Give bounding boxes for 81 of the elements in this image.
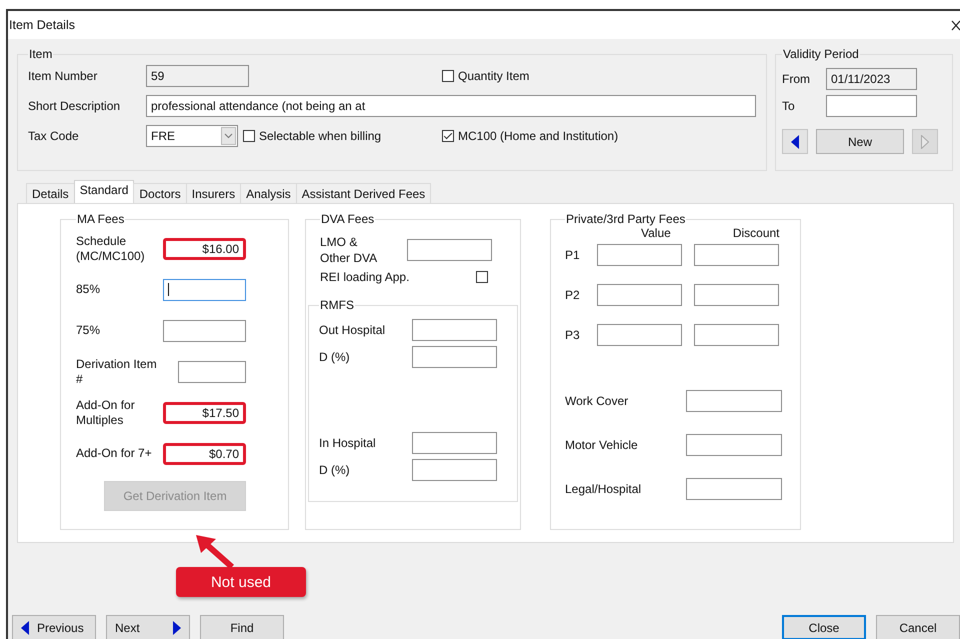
window-title: Item Details	[9, 18, 75, 32]
field-label: Derivation Item #	[76, 356, 158, 386]
field-label: Work Cover	[565, 394, 628, 408]
checkbox[interactable]: MC100 (Home and Institution)	[442, 129, 756, 143]
group-title: RMFS	[319, 298, 355, 312]
previous-period-button[interactable]	[782, 129, 808, 154]
tab[interactable]: Analysis	[240, 183, 297, 203]
triangle-left-icon	[21, 620, 29, 634]
field-label: Out Hospital	[319, 323, 386, 337]
nav-button[interactable]: Find	[200, 615, 284, 639]
field-label: Legal/Hospital	[565, 482, 642, 496]
field-label: Add-On for Multiples	[76, 398, 136, 428]
tab[interactable]: Standard	[74, 180, 134, 203]
close-icon[interactable]	[951, 20, 960, 30]
date-field[interactable]	[826, 95, 917, 117]
field-label: P1	[565, 248, 581, 262]
input-field[interactable]: professional attendance (not being an at	[146, 95, 756, 117]
field-label: Schedule (MC/MC100)	[76, 234, 146, 264]
input-field[interactable]	[407, 239, 492, 261]
input-field[interactable]	[686, 478, 782, 500]
column-header: Discount	[732, 226, 780, 240]
input-field[interactable]	[163, 320, 246, 342]
input-field[interactable]: 59	[146, 65, 249, 87]
field-label: Add-On for 7+	[76, 446, 153, 461]
triangle-right-icon	[173, 620, 181, 634]
checkbox[interactable]: Quantity Item	[442, 69, 756, 83]
field-label: D (%)	[319, 463, 350, 477]
checkbox[interactable]: Selectable when billing	[243, 129, 382, 143]
triangle-left-icon	[791, 134, 799, 148]
input-field[interactable]	[694, 324, 779, 346]
date-field[interactable]: 01/11/2023	[826, 68, 917, 90]
tab[interactable]: Details	[26, 183, 75, 203]
dropdown[interactable]: FRE	[146, 125, 238, 147]
nav-button[interactable]: Next	[106, 615, 190, 639]
arrow-icon	[196, 535, 236, 569]
field-label: From	[782, 72, 811, 86]
input-field[interactable]	[412, 346, 497, 368]
group-title: Private/3rd Party Fees	[565, 212, 686, 226]
input-field[interactable]	[412, 432, 497, 454]
group-title: DVA Fees	[320, 212, 376, 226]
input-field[interactable]	[412, 319, 497, 341]
input-field[interactable]	[694, 244, 779, 266]
dialog-button[interactable]: Close	[782, 615, 866, 639]
field-label: Motor Vehicle	[565, 438, 638, 452]
field-label: 85%	[76, 282, 102, 297]
input-field[interactable]	[694, 284, 779, 306]
field-label: 75%	[76, 323, 102, 338]
input-field[interactable]	[163, 278, 246, 300]
field-label: LMO & Other DVA	[320, 234, 378, 266]
field-label: Short Description	[28, 99, 122, 113]
field-label: In Hospital	[319, 436, 376, 450]
input-field[interactable]	[686, 390, 782, 412]
input-field[interactable]	[178, 360, 246, 382]
nav-button[interactable]: Previous	[12, 615, 96, 639]
tab[interactable]: Doctors	[133, 183, 187, 203]
input-field[interactable]: $16.00	[163, 238, 246, 260]
input-field[interactable]	[597, 324, 682, 346]
field-label: D (%)	[319, 350, 350, 364]
input-field[interactable]	[412, 459, 497, 481]
field-label: Item Number	[28, 69, 98, 83]
group-title: Item	[28, 47, 54, 61]
field-label: Tax Code	[28, 129, 80, 143]
input-field[interactable]	[597, 244, 682, 266]
input-field[interactable]: $17.50	[163, 402, 246, 424]
field-label: P2	[565, 288, 581, 302]
group-title: Validity Period	[782, 47, 860, 61]
input-field[interactable]	[597, 284, 682, 306]
column-header: Value	[641, 226, 671, 240]
input-field[interactable]	[686, 434, 782, 456]
field-label: To	[782, 99, 796, 113]
triangle-right-icon	[921, 134, 929, 148]
field-label: P3	[565, 328, 581, 342]
chevron-down-icon[interactable]	[221, 127, 236, 145]
group-title: MA Fees	[76, 212, 126, 226]
input-field[interactable]: $0.70	[163, 442, 246, 464]
new-button[interactable]: New	[816, 129, 904, 154]
callout-label: Not used	[176, 567, 306, 597]
dialog-button[interactable]: Cancel	[876, 615, 960, 639]
field-label: REI loading App.	[320, 270, 410, 284]
checkbox[interactable]	[476, 271, 488, 283]
tab[interactable]: Assistant Derived Fees	[296, 183, 432, 203]
